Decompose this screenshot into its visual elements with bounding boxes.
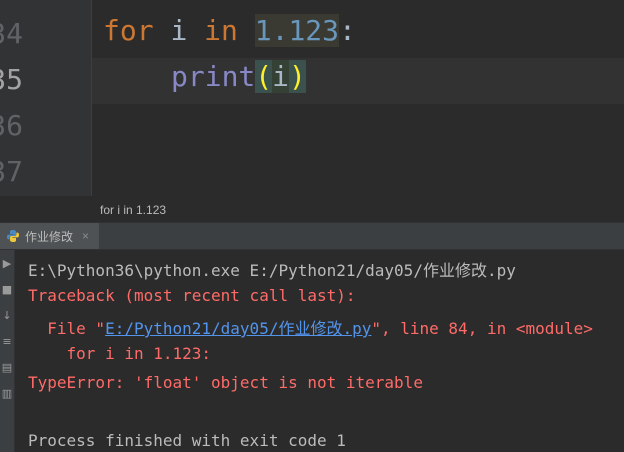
print-argument: i — [272, 60, 290, 93]
colon: : — [339, 14, 356, 47]
run-console[interactable]: ▶ ■ ↓ ≡ ▤ ▥ E:\Python36\python.exe E:/Py… — [0, 250, 624, 452]
open-paren: ( — [255, 60, 273, 93]
traceback-file-link[interactable]: E:/Python21/day05/作业修改.py — [105, 319, 371, 338]
scroll-icon[interactable]: ↓ — [1, 310, 13, 322]
close-icon[interactable]: × — [82, 229, 89, 243]
line-number: 37 — [0, 155, 23, 188]
line-number-gutter: 34 35 36 37 — [0, 0, 92, 196]
loop-variable: i — [170, 14, 188, 47]
close-paren: ) — [289, 60, 306, 93]
print-icon[interactable]: ▤ — [1, 362, 13, 374]
line-number: 36 — [0, 109, 23, 142]
stop-icon[interactable]: ■ — [1, 284, 13, 296]
keyword-for: for — [103, 14, 154, 47]
console-toolbar: ▶ ■ ↓ ≡ ▤ ▥ — [0, 250, 15, 452]
code-editor[interactable]: 34 35 36 37 for i in 1.123: print(i) — [0, 0, 624, 196]
run-tab-label: 作业修改 — [25, 229, 74, 244]
breadcrumb-item[interactable]: for i in 1.123 — [100, 203, 166, 217]
traceback-header: Traceback (most recent call last): — [28, 286, 356, 305]
error-message: TypeError: 'float' object is not iterabl… — [28, 373, 423, 392]
builtin-print: print — [171, 60, 256, 93]
python-icon — [7, 230, 19, 242]
code-line-for[interactable]: for i in 1.123: — [103, 14, 356, 47]
soft-wrap-icon[interactable]: ≡ — [1, 336, 13, 348]
number-literal: 1.123 — [254, 14, 340, 47]
line-number: 34 — [0, 17, 23, 50]
rerun-icon[interactable]: ▶ — [1, 258, 13, 270]
code-line-print[interactable]: print(i) — [171, 60, 306, 93]
run-tab[interactable]: 作业修改 × — [0, 223, 100, 249]
breadcrumb[interactable]: for i in 1.123 — [0, 196, 624, 223]
console-command-line: E:\Python36\python.exe E:/Python21/day05… — [28, 261, 516, 280]
run-tab-bar: 作业修改 × — [0, 223, 624, 250]
keyword-in: in — [204, 14, 238, 47]
process-exit-message: Process finished with exit code 1 — [28, 431, 346, 450]
line-number-current: 35 — [0, 63, 23, 96]
traceback-file-prefix: File " — [28, 319, 106, 338]
traceback-file-suffix: ", line 84, in <module> — [371, 319, 593, 338]
traceback-code-line: for i in 1.123: — [28, 344, 212, 363]
clear-icon[interactable]: ▥ — [1, 388, 13, 400]
traceback-file-line: File "E:/Python21/day05/作业修改.py", line 8… — [28, 315, 593, 339]
